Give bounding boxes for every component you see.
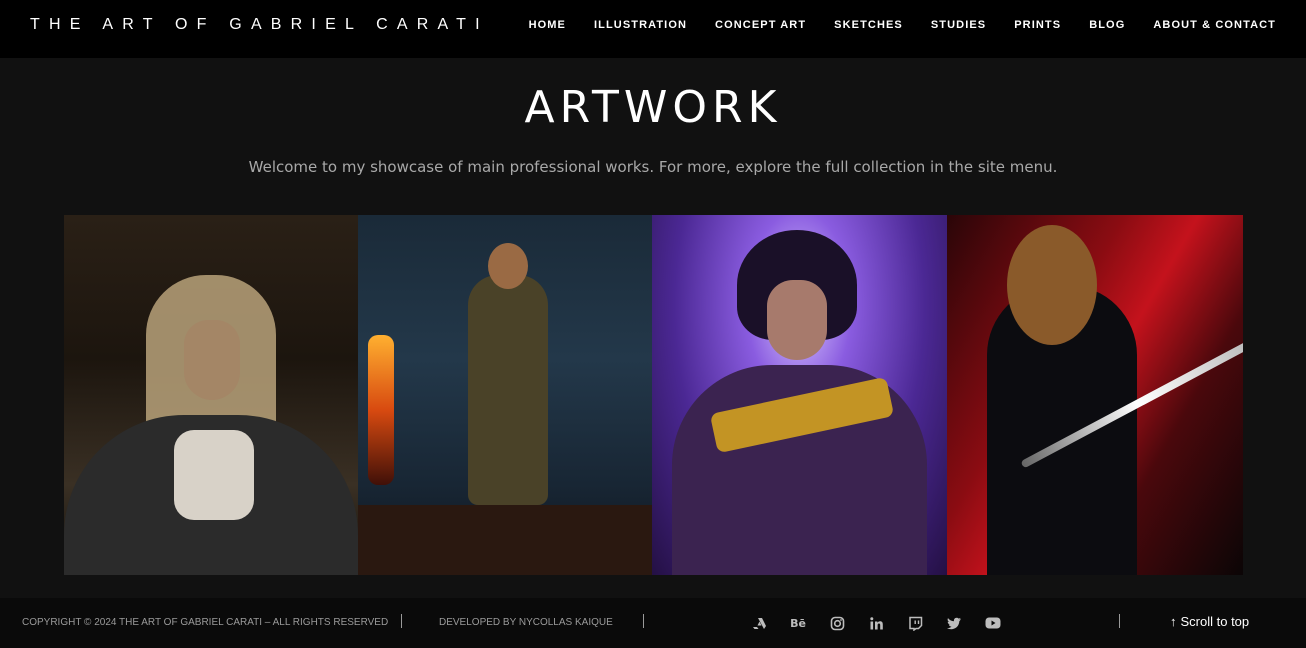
instagram-icon[interactable] [828,614,846,632]
nav-blog[interactable]: BLOG [1089,19,1125,31]
artwork-figure-shape [174,430,254,520]
nav-prints[interactable]: PRINTS [1014,19,1061,31]
artwork-figure-shape [767,280,827,360]
twitter-icon[interactable] [945,614,963,632]
artwork-figure-shape [184,320,240,400]
artwork-gallery [64,215,1243,575]
main-nav: HOME ILLUSTRATION CONCEPT ART SKETCHES S… [501,19,1276,31]
artwork-1[interactable] [64,215,358,575]
artwork-4[interactable] [947,215,1243,575]
nav-studies[interactable]: STUDIES [931,19,986,31]
youtube-icon[interactable] [984,614,1002,632]
artwork-figure-shape [468,275,548,505]
artwork-figure-shape [1007,225,1097,345]
artwork-3[interactable] [652,215,947,575]
twitch-icon[interactable] [906,614,924,632]
page-subtitle: Welcome to my showcase of main professio… [248,158,1058,176]
copyright-text: COPYRIGHT © 2024 THE ART OF GABRIEL CARA… [22,617,389,628]
site-footer: COPYRIGHT © 2024 THE ART OF GABRIEL CARA… [0,598,1306,648]
developer-credit[interactable]: DEVELOPED BY NYCOLLAS KAIQUE [439,617,613,628]
main-content: ARTWORK Welcome to my showcase of main p… [0,58,1306,598]
nav-illustration[interactable]: ILLUSTRATION [594,19,687,31]
arrow-up-icon: ↑ [1170,614,1177,629]
footer-divider [401,614,402,628]
scroll-to-top-label: Scroll to top [1180,614,1250,629]
artwork-figure-shape [488,243,528,289]
social-links: Bē [750,614,1002,632]
linkedin-icon[interactable] [867,614,885,632]
nav-home[interactable]: HOME [529,19,566,31]
top-navigation-bar: THE ART OF GABRIEL CARATI HOME ILLUSTRAT… [0,0,1306,58]
page-title: ARTWORK [524,82,782,133]
artwork-figure-shape [368,335,394,485]
footer-divider [643,614,644,628]
artwork-figure-shape [358,505,652,575]
artwork-2[interactable] [358,215,652,575]
nav-concept-art[interactable]: CONCEPT ART [715,19,806,31]
nav-sketches[interactable]: SKETCHES [834,19,903,31]
site-brand-title[interactable]: THE ART OF GABRIEL CARATI [30,16,489,34]
scroll-to-top-link[interactable]: ↑ Scroll to top [1170,614,1249,629]
nav-about-contact[interactable]: ABOUT & CONTACT [1153,19,1276,31]
behance-icon[interactable]: Bē [789,614,807,632]
artstation-icon[interactable] [750,614,768,632]
footer-divider [1119,614,1120,628]
